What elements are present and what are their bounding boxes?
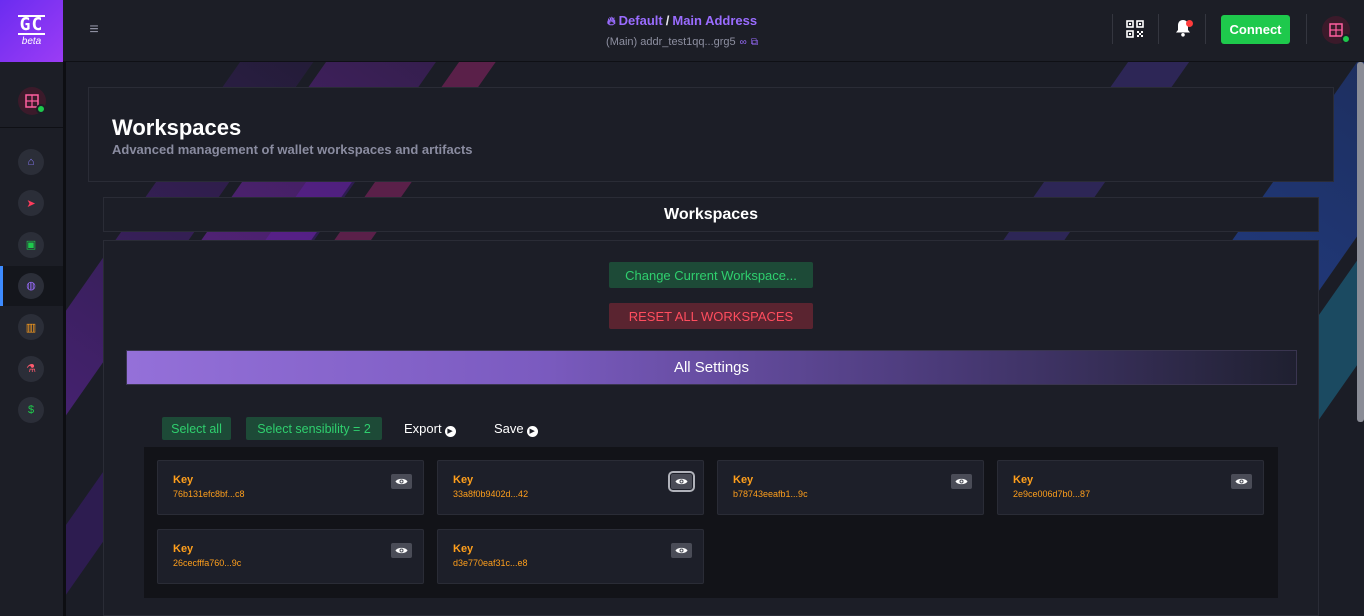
all-settings-header[interactable]: All Settings: [126, 350, 1297, 385]
top-bar: GC beta ≡ 🔥︎ Default / Main Address (Main) …: [0, 0, 1364, 62]
sidebar-item-send[interactable]: ➤: [0, 183, 63, 223]
select-sensibility-button[interactable]: Select sensibility = 2: [246, 417, 382, 440]
reset-workspaces-button[interactable]: RESET ALL WORKSPACES: [609, 303, 813, 329]
key-card: Key 76b131efc8bf...c8: [157, 460, 424, 515]
breadcrumb-current-link[interactable]: Main Address: [672, 13, 757, 28]
save-label: Save: [494, 421, 524, 436]
flame-icon: 🔥︎: [606, 14, 616, 28]
sidebar: ⌂ ➤ ▣ ◍ ▥ ⚗ $: [0, 62, 63, 616]
key-value: b78743eeafb1...9c: [733, 489, 808, 499]
flask-icon: ⚗: [18, 355, 44, 382]
change-workspace-button[interactable]: Change Current Workspace...: [609, 262, 813, 288]
divider: [1158, 14, 1159, 44]
qr-code-icon[interactable]: [1126, 20, 1144, 38]
money-icon: $: [18, 396, 44, 423]
eye-icon[interactable]: [1231, 474, 1252, 489]
key-label: Key: [733, 474, 754, 486]
eye-icon[interactable]: [391, 543, 412, 558]
page-title: Workspaces: [112, 115, 242, 140]
divider: [1112, 14, 1113, 44]
eye-icon[interactable]: [391, 474, 412, 489]
breadcrumb-separator: /: [665, 13, 670, 28]
bell-icon[interactable]: [1173, 19, 1193, 39]
sidebar-item-factory[interactable]: ▥: [0, 307, 63, 347]
sidebar-item-home[interactable]: ⌂: [0, 142, 63, 182]
breadcrumb: 🔥︎ Default / Main Address: [0, 13, 1364, 29]
save-button[interactable]: Save ▶: [494, 419, 538, 439]
key-card: Key 2e9ce006d7b0...87: [997, 460, 1264, 515]
key-value: 76b131efc8bf...c8: [173, 489, 245, 499]
copy-icon[interactable]: ⧉: [751, 37, 758, 48]
page-header-card: Workspaces Advanced management of wallet…: [88, 87, 1334, 182]
breadcrumb-root-link[interactable]: Default: [619, 13, 663, 28]
eye-icon[interactable]: [951, 474, 972, 489]
address-text: (Main) addr_test1qq...grg5: [606, 36, 736, 48]
globe-icon: ◍: [18, 272, 44, 299]
send-icon: ➤: [18, 190, 44, 217]
key-value: 2e9ce006d7b0...87: [1013, 489, 1091, 499]
key-card: Key d3e770eaf31c...e8: [437, 529, 704, 584]
sidebar-item-gift[interactable]: ▣: [0, 225, 63, 265]
key-label: Key: [453, 543, 474, 555]
gift-icon: ▣: [18, 231, 44, 258]
key-card: Key 26cecfffa760...9c: [157, 529, 424, 584]
online-status-dot: [1341, 34, 1351, 44]
play-icon: ▶: [444, 426, 456, 437]
select-all-button[interactable]: Select all: [162, 417, 231, 440]
sidebar-item-flask[interactable]: ⚗: [0, 349, 63, 389]
key-value: 33a8f0b9402d...42: [453, 489, 529, 499]
divider: [1205, 14, 1206, 44]
sidebar-item-globe[interactable]: ◍: [0, 265, 63, 306]
export-button[interactable]: Export ▶: [404, 419, 456, 439]
factory-icon: ▥: [18, 314, 44, 341]
key-label: Key: [453, 474, 474, 486]
online-status-dot: [36, 104, 46, 114]
key-label: Key: [173, 543, 194, 555]
page-subtitle: Advanced management of wallet workspaces…: [112, 142, 473, 157]
page-scrollbar[interactable]: [1357, 62, 1364, 422]
key-card: Key 33a8f0b9402d...42: [437, 460, 704, 515]
key-label: Key: [173, 474, 194, 486]
export-label: Export: [404, 421, 442, 436]
address-line: (Main) addr_test1qq...grg5 ∞ ⧉: [0, 36, 1364, 48]
connect-button[interactable]: Connect: [1221, 15, 1290, 44]
section-title: Workspaces: [103, 197, 1319, 232]
key-value: 26cecfffa760...9c: [173, 558, 242, 568]
notification-dot: [1186, 20, 1193, 27]
divider: [1306, 14, 1307, 44]
home-icon: ⌂: [18, 149, 44, 175]
sidebar-divider: [0, 127, 63, 128]
key-card: Key b78743eeafb1...9c: [717, 460, 984, 515]
keys-panel: Key 76b131efc8bf...c8 Key 33a8f0b9402d...42…: [144, 447, 1278, 598]
key-label: Key: [1013, 474, 1034, 486]
play-icon: ▶: [526, 426, 538, 437]
key-value: d3e770eaf31c...e8: [453, 558, 528, 568]
app-logo[interactable]: GC beta: [0, 0, 63, 62]
link-icon[interactable]: ∞: [740, 37, 747, 48]
sidebar-item-money[interactable]: $: [0, 390, 63, 430]
eye-icon[interactable]: [671, 543, 692, 558]
eye-icon[interactable]: [668, 471, 695, 492]
